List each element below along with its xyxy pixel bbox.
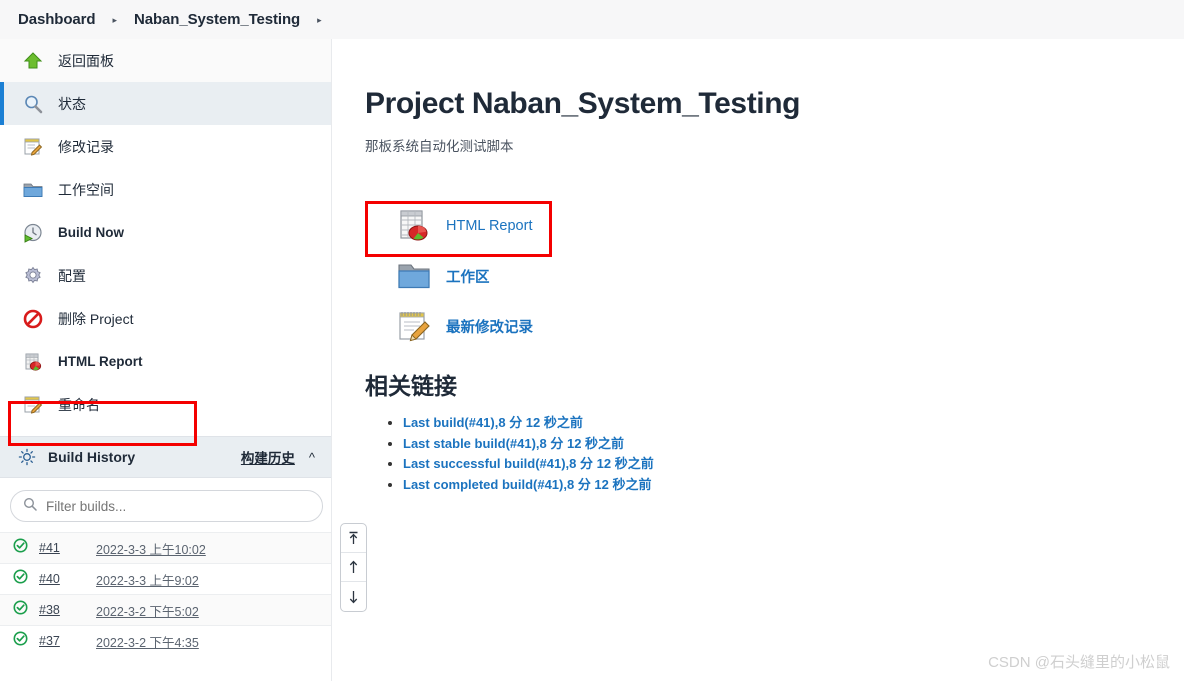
build-number-link[interactable]: #41	[39, 541, 85, 555]
list-item: Last successful build(#41),8 分 12 秒之前	[403, 454, 1184, 475]
main-content: Project Naban_System_Testing 那板系统自动化测试脚本	[332, 39, 1184, 681]
sidebar-item-status[interactable]: 状态	[0, 82, 331, 125]
sidebar-item-back-to-dashboard[interactable]: 返回面板	[0, 39, 331, 82]
html-report-icon	[395, 207, 433, 245]
scroll-to-top-icon[interactable]	[341, 524, 366, 553]
sidebar-item-build-now[interactable]: Build Now	[0, 211, 331, 254]
no-entry-icon	[22, 308, 44, 330]
table-row[interactable]: #38 2022-3-2 下午5:02	[0, 594, 331, 625]
build-filter-container	[0, 478, 331, 532]
project-actions: HTML Report 工作区 最新修改记录	[365, 201, 1184, 351]
table-row[interactable]: #37 2022-3-2 下午4:35	[0, 625, 331, 656]
sidebar-item-html-report[interactable]: HTML Report	[0, 340, 331, 383]
action-label: HTML Report	[446, 218, 533, 234]
folder-icon	[395, 257, 433, 295]
related-link[interactable]: Last successful build(#41),8 分 12 秒之前	[403, 456, 654, 471]
folder-icon	[22, 179, 44, 201]
sidebar-item-label: 配置	[58, 267, 86, 284]
watermark: CSDN @石头缝里的小松鼠	[988, 654, 1170, 671]
build-timestamp-link[interactable]: 2022-3-2 下午4:35	[96, 632, 199, 651]
sidebar-item-workspace[interactable]: 工作空间	[0, 168, 331, 211]
sidebar-item-label: 修改记录	[58, 138, 114, 155]
sidebar-item-label: 返回面板	[58, 52, 114, 69]
filter-builds-field[interactable]	[10, 490, 323, 522]
list-item: Last stable build(#41),8 分 12 秒之前	[403, 434, 1184, 455]
build-number-link[interactable]: #40	[39, 572, 85, 586]
table-row[interactable]: #41 2022-3-3 上午10:02	[0, 532, 331, 563]
build-clock-icon	[22, 222, 44, 244]
sidebar-item-configure[interactable]: 配置	[0, 254, 331, 297]
sidebar-item-label: 删除 Project	[58, 310, 134, 327]
breadcrumb-dropdown-icon[interactable]: ▸	[300, 16, 339, 25]
breadcrumb: Dashboard ▸ Naban_System_Testing ▸	[0, 0, 1184, 39]
breadcrumb-item-project[interactable]: Naban_System_Testing	[134, 11, 300, 28]
scroll-down-icon[interactable]	[341, 582, 366, 611]
notepad-pencil-icon	[22, 136, 44, 158]
related-link[interactable]: Last stable build(#41),8 分 12 秒之前	[403, 436, 624, 451]
action-label: 最新修改记录	[446, 319, 533, 336]
sidebar-item-rename[interactable]: 重命名	[0, 383, 331, 426]
build-number-link[interactable]: #38	[39, 603, 85, 617]
action-html-report[interactable]: HTML Report	[365, 201, 1184, 257]
notepad-pencil-icon	[22, 394, 44, 416]
action-workspace[interactable]: 工作区	[365, 251, 1184, 301]
build-status-success-icon	[13, 538, 28, 558]
sidebar-item-label: 重命名	[58, 396, 100, 413]
chevron-up-icon[interactable]: ^	[309, 450, 315, 465]
search-icon	[23, 497, 37, 516]
search-input[interactable]	[46, 498, 286, 514]
build-history-title: Build History	[48, 449, 136, 465]
sidebar-item-changes[interactable]: 修改记录	[0, 125, 331, 168]
action-label: 工作区	[446, 269, 490, 286]
action-recent-changes[interactable]: 最新修改记录	[365, 301, 1184, 351]
up-arrow-icon	[22, 50, 44, 72]
related-link[interactable]: Last completed build(#41),8 分 12 秒之前	[403, 477, 652, 492]
build-status-success-icon	[13, 600, 28, 620]
html-report-icon	[22, 351, 44, 373]
build-timestamp-link[interactable]: 2022-3-3 上午10:02	[96, 539, 206, 558]
scroll-up-icon[interactable]	[341, 553, 366, 582]
gear-icon	[22, 265, 44, 287]
breadcrumb-item-dashboard[interactable]: Dashboard	[18, 11, 96, 28]
related-links-list: Last build(#41),8 分 12 秒之前 Last stable b…	[365, 413, 1184, 495]
table-row[interactable]: #40 2022-3-3 上午9:02	[0, 563, 331, 594]
list-item: Last build(#41),8 分 12 秒之前	[403, 413, 1184, 434]
sidebar-item-label: 状态	[58, 95, 86, 112]
build-history-link[interactable]: 构建历史	[241, 447, 295, 467]
related-links-title: 相关链接	[365, 373, 457, 399]
build-timestamp-link[interactable]: 2022-3-2 下午5:02	[96, 601, 199, 620]
notepad-pencil-icon	[395, 307, 433, 345]
build-status-success-icon	[13, 569, 28, 589]
project-description: 那板系统自动化测试脚本	[365, 139, 514, 154]
sidebar-item-label: HTML Report	[58, 354, 143, 369]
page-title: Project Naban_System_Testing	[365, 87, 801, 120]
build-history-header: Build History 构建历史 ^	[0, 436, 331, 478]
build-timestamp-link[interactable]: 2022-3-3 上午9:02	[96, 570, 199, 589]
sidebar-item-label: 工作空间	[58, 181, 114, 198]
build-status-success-icon	[13, 631, 28, 651]
list-item: Last completed build(#41),8 分 12 秒之前	[403, 475, 1184, 496]
breadcrumb-separator-icon: ▸	[112, 15, 117, 25]
build-number-link[interactable]: #37	[39, 634, 85, 648]
sidebar-item-label: Build Now	[58, 225, 124, 240]
sidebar-item-delete-project[interactable]: 删除 Project	[0, 297, 331, 340]
scroll-buttons-group	[340, 523, 367, 612]
sun-gear-icon	[18, 448, 36, 466]
sidebar: 返回面板 状态 修改记录 工作空间 Build Now 配置 删除 Projec…	[0, 39, 332, 681]
related-link[interactable]: Last build(#41),8 分 12 秒之前	[403, 415, 583, 430]
magnifier-icon	[22, 93, 44, 115]
